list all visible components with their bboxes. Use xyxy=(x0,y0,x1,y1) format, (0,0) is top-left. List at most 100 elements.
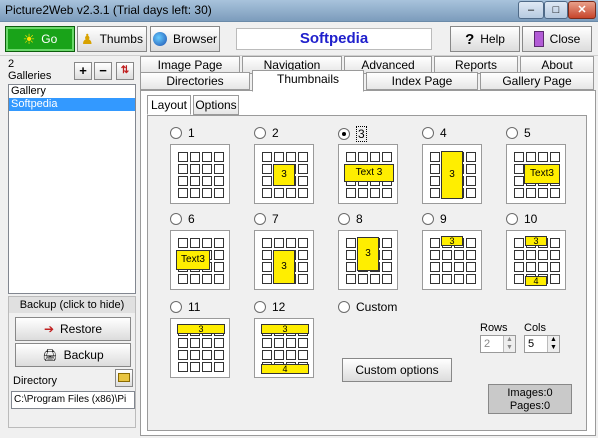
layout-option-11[interactable]: 11 xyxy=(170,300,200,314)
info-box: Images:0 Pages:0 xyxy=(488,384,572,414)
backup-label: Backup xyxy=(63,348,104,362)
radio-9[interactable] xyxy=(422,213,434,225)
radio-3-selected[interactable] xyxy=(338,128,350,140)
layout-preview-9[interactable]: 3 xyxy=(422,230,482,290)
layout-option-label: 9 xyxy=(440,212,447,226)
layout-option-12[interactable]: 12 xyxy=(254,300,285,314)
layout-option-10[interactable]: 10 xyxy=(506,212,537,226)
tab-directories[interactable]: Directories xyxy=(140,72,250,90)
layout-preview-highlight: 3 xyxy=(261,324,309,334)
remove-gallery-button[interactable]: − xyxy=(94,62,112,80)
radio-12[interactable] xyxy=(254,301,266,313)
radio-10[interactable] xyxy=(506,213,518,225)
directory-field[interactable]: C:\Program Files (x86)\Pi xyxy=(11,391,135,409)
tab-thumbnails[interactable]: Thumbnails xyxy=(252,70,364,92)
layout-preview-3[interactable]: Text 3 xyxy=(338,144,398,204)
layout-preview-10[interactable]: 3 4 xyxy=(506,230,566,290)
layout-option-label: 11 xyxy=(188,300,201,314)
layout-preview-8[interactable]: 3 xyxy=(338,230,398,290)
app-window: Picture2Web v2.3.1 (Trial days left: 30)… xyxy=(0,0,598,438)
subtab-options[interactable]: Options xyxy=(193,95,239,115)
browse-folder-button[interactable] xyxy=(115,369,133,387)
layout-preview-7[interactable]: 3 xyxy=(254,230,314,290)
globe-icon xyxy=(152,32,167,46)
backup-header[interactable]: Backup (click to hide) xyxy=(9,297,135,313)
tab-strip: Image Page Navigation Advanced Reports A… xyxy=(140,56,596,92)
radio-1[interactable] xyxy=(170,127,182,139)
gallery-item[interactable]: Gallery xyxy=(9,85,135,98)
layout-option-label: 10 xyxy=(524,212,538,226)
layout-preview-12[interactable]: 3 4 xyxy=(254,318,314,378)
layout-option-9[interactable]: 9 xyxy=(422,212,447,226)
images-count: Images:0 xyxy=(507,387,553,399)
layout-option-8[interactable]: 8 xyxy=(338,212,363,226)
layout-option-6[interactable]: 6 xyxy=(170,212,195,226)
layout-preview-11[interactable]: 3 xyxy=(170,318,230,378)
minimize-button[interactable]: – xyxy=(518,1,544,19)
maximize-button[interactable]: □ xyxy=(544,1,568,19)
layout-preview-highlight: 3 xyxy=(525,236,547,246)
radio-4[interactable] xyxy=(422,127,434,139)
radio-custom[interactable] xyxy=(338,301,350,313)
radio-6[interactable] xyxy=(170,213,182,225)
cols-spinner[interactable]: 5 ▲ ▼ xyxy=(524,335,560,353)
question-mark-icon: ? xyxy=(465,30,475,48)
layout-preview-highlight: Text3 xyxy=(524,164,560,184)
go-button[interactable]: ☀ Go xyxy=(5,26,75,52)
radio-11[interactable] xyxy=(170,301,182,313)
layout-option-label: 7 xyxy=(272,212,279,226)
layout-option-5[interactable]: 5 xyxy=(506,126,531,140)
gallery-list[interactable]: Gallery Softpedia xyxy=(8,84,136,294)
restore-button[interactable]: ➔ Restore xyxy=(15,317,131,341)
close-button[interactable]: Close xyxy=(522,26,592,52)
tab-index-page[interactable]: Index Page xyxy=(366,72,478,90)
layout-option-label: 5 xyxy=(524,126,531,140)
radio-7[interactable] xyxy=(254,213,266,225)
layout-option-label: 2 xyxy=(272,126,279,140)
title-bar: Picture2Web v2.3.1 (Trial days left: 30)… xyxy=(0,0,598,22)
close-window-button[interactable]: ✕ xyxy=(568,1,596,19)
rows-spinner[interactable]: 2 ▲ ▼ xyxy=(480,335,516,353)
layout-preview-highlight: 3 xyxy=(273,164,295,186)
door-icon xyxy=(533,31,544,47)
rows-label: Rows xyxy=(480,322,508,334)
gallery-count-label: Galleries xyxy=(8,70,52,82)
radio-2[interactable] xyxy=(254,127,266,139)
layout-option-1[interactable]: 1 xyxy=(170,126,195,140)
radio-5[interactable] xyxy=(506,127,518,139)
backup-button[interactable]: 🖨 Backup xyxy=(15,343,131,367)
layout-option-label: 4 xyxy=(440,126,447,140)
subtab-layout[interactable]: Layout xyxy=(147,95,191,115)
layout-preview-5[interactable]: Text3 xyxy=(506,144,566,204)
sort-gallery-button[interactable]: ⇅ xyxy=(116,62,134,80)
layout-option-label: Custom xyxy=(356,300,398,314)
layout-preview-4[interactable]: 3 xyxy=(422,144,482,204)
help-button[interactable]: ? Help xyxy=(450,26,520,52)
left-panel: 2 Galleries + − ⇅ Gallery Softpedia Back… xyxy=(6,58,136,434)
layout-preview-2[interactable]: 3 xyxy=(254,144,314,204)
brand-banner: Softpedia xyxy=(236,28,432,50)
layout-preview-1[interactable] xyxy=(170,144,230,204)
spinner-arrows-icon[interactable]: ▲ ▼ xyxy=(503,336,515,352)
browser-button[interactable]: Browser xyxy=(150,26,220,52)
sun-icon: ☀ xyxy=(22,30,36,47)
restore-label: Restore xyxy=(60,322,103,336)
layout-option-custom[interactable]: Custom xyxy=(338,300,397,314)
cols-value: 5 xyxy=(528,338,535,350)
add-gallery-button[interactable]: + xyxy=(74,62,92,80)
layout-preview-6[interactable]: Text3 xyxy=(170,230,230,290)
layout-preview-highlight: 3 xyxy=(273,250,295,284)
radio-8[interactable] xyxy=(338,213,350,225)
layout-option-4[interactable]: 4 xyxy=(422,126,447,140)
thumbs-button[interactable]: ♟ Thumbs xyxy=(77,26,147,52)
gallery-item-selected[interactable]: Softpedia xyxy=(9,98,135,111)
cols-label: Cols xyxy=(524,322,547,334)
tab-gallery-page[interactable]: Gallery Page xyxy=(480,72,594,90)
layout-option-2[interactable]: 2 xyxy=(254,126,279,140)
layout-option-7[interactable]: 7 xyxy=(254,212,279,226)
spinner-arrows-icon[interactable]: ▲ ▼ xyxy=(547,336,559,352)
directory-label: Directory xyxy=(13,375,58,387)
layout-preview-highlight: Text 3 xyxy=(344,164,394,182)
custom-options-button[interactable]: Custom options xyxy=(342,358,452,382)
layout-option-3[interactable]: 3 xyxy=(338,126,367,142)
